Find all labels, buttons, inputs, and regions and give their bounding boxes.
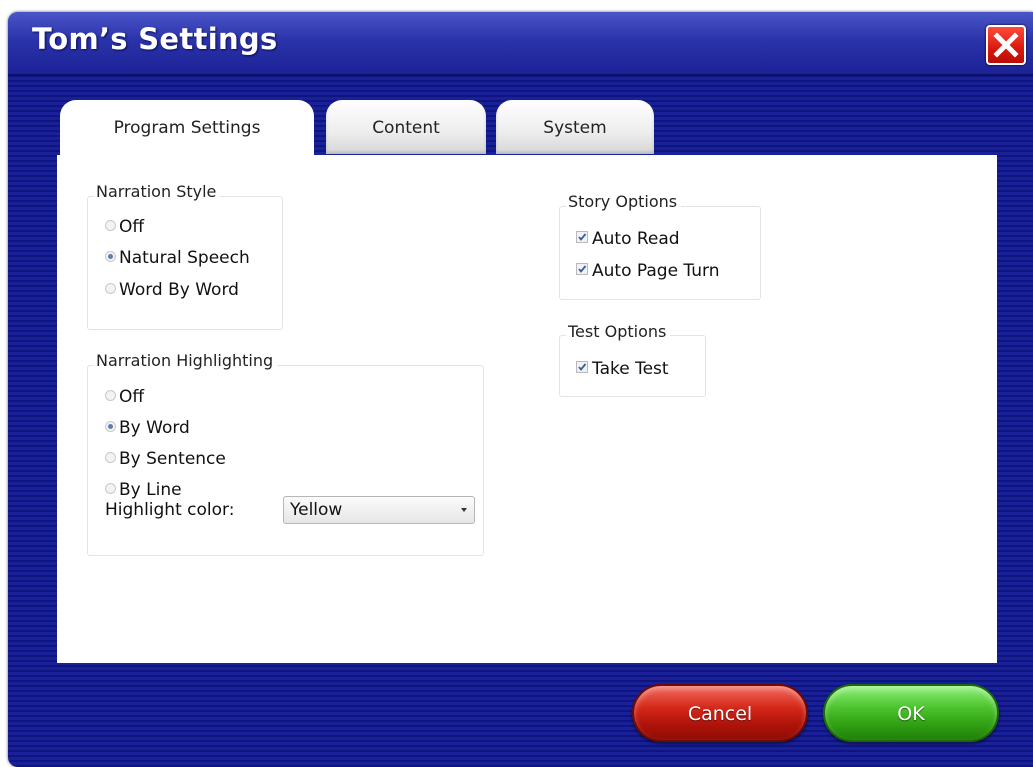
highlight-color-label: Highlight color: xyxy=(105,500,235,520)
auto-read-checkbox[interactable]: Auto Read xyxy=(576,228,680,250)
option-label: By Line xyxy=(119,480,182,500)
checkbox-checked-icon xyxy=(576,263,588,275)
option-label: Auto Page Turn xyxy=(592,261,720,281)
radio-selected-icon xyxy=(105,420,116,432)
option-label: Natural Speech xyxy=(119,248,250,268)
ok-button-label: OK xyxy=(897,703,925,725)
narration-style-title: Narration Style xyxy=(94,182,221,201)
settings-window: Tom’s Settings Program Settings Content … xyxy=(8,12,1033,767)
option-label: Off xyxy=(119,387,145,407)
option-label: Word By Word xyxy=(119,280,239,300)
radio-icon xyxy=(105,482,116,494)
close-icon xyxy=(993,32,1019,58)
tab-program-settings[interactable]: Program Settings xyxy=(60,100,314,160)
title-bar: Tom’s Settings xyxy=(8,12,1033,76)
radio-icon xyxy=(105,451,116,463)
cancel-button-label: Cancel xyxy=(687,703,753,725)
radio-icon xyxy=(105,219,116,231)
highlight-by-line-radio[interactable]: By Line xyxy=(105,479,182,501)
ok-button[interactable]: OK xyxy=(823,684,999,742)
program-settings-panel: Narration Style Off Natural Speech Word … xyxy=(57,155,997,663)
checkbox-checked-icon xyxy=(576,361,588,373)
narration-highlighting-title: Narration Highlighting xyxy=(94,351,278,370)
radio-icon xyxy=(105,282,116,294)
close-button[interactable] xyxy=(986,25,1026,65)
radio-icon xyxy=(105,389,116,401)
tab-content[interactable]: Content xyxy=(326,100,486,154)
radio-selected-icon xyxy=(105,250,116,262)
story-options-title: Story Options xyxy=(566,192,682,211)
highlight-by-word-radio[interactable]: By Word xyxy=(105,417,190,439)
highlight-color-select[interactable]: Yellow xyxy=(283,496,475,524)
narration-style-natural-speech-radio[interactable]: Natural Speech xyxy=(105,247,250,269)
story-options-group xyxy=(559,206,761,300)
window-title: Tom’s Settings xyxy=(32,22,278,56)
tab-label: Content xyxy=(372,118,440,138)
test-options-title: Test Options xyxy=(566,322,671,341)
option-label: Off xyxy=(119,217,145,237)
narration-style-word-by-word-radio[interactable]: Word By Word xyxy=(105,279,239,301)
option-label: Take Test xyxy=(592,359,669,379)
checkbox-checked-icon xyxy=(576,231,588,243)
highlight-by-sentence-radio[interactable]: By Sentence xyxy=(105,448,226,470)
take-test-checkbox[interactable]: Take Test xyxy=(576,358,669,380)
auto-page-turn-checkbox[interactable]: Auto Page Turn xyxy=(576,260,719,282)
option-label: By Sentence xyxy=(119,449,226,469)
option-label: Auto Read xyxy=(592,229,680,249)
tab-label: Program Settings xyxy=(113,118,261,138)
option-label: By Word xyxy=(119,418,190,438)
highlight-off-radio[interactable]: Off xyxy=(105,386,144,408)
highlight-color-value: Yellow xyxy=(290,500,343,520)
narration-style-off-radio[interactable]: Off xyxy=(105,216,144,238)
tab-system[interactable]: System xyxy=(496,100,654,154)
chevron-down-icon xyxy=(461,508,467,512)
cancel-button[interactable]: Cancel xyxy=(632,684,808,742)
tab-label: System xyxy=(543,118,607,138)
